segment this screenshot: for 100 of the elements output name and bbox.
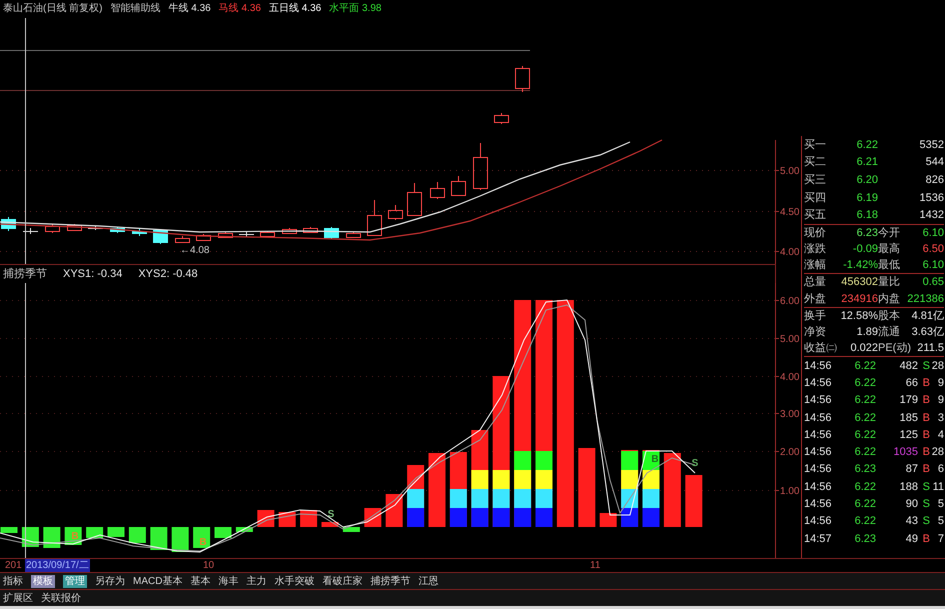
trade-price: 6.22	[854, 376, 876, 389]
quote-value: 234916	[841, 292, 878, 305]
trade-time: 14:56	[804, 376, 832, 389]
candlestick	[238, 230, 254, 238]
indicator-bar	[342, 527, 360, 532]
indicator-bar	[386, 494, 403, 527]
quote-value: 211.5	[917, 342, 944, 354]
indicator-tab[interactable]: 主力	[246, 574, 266, 588]
trade-count: 4	[938, 428, 944, 441]
trade-price: 6.22	[854, 412, 876, 424]
trade-volume: 185	[900, 412, 918, 424]
indicator-tab[interactable]: MACD基本	[133, 574, 182, 588]
indicator-tab[interactable]: 水手突破	[274, 574, 314, 588]
quote-value: -1.42%	[843, 258, 878, 271]
trade-volume: 1035	[894, 446, 918, 458]
candlestick	[515, 66, 530, 92]
quote-value: -0.09	[852, 242, 878, 255]
trade-side: S	[922, 498, 930, 510]
candlestick	[67, 224, 82, 232]
quote-value: 12.58%	[840, 310, 878, 322]
bid-volume: 544	[926, 156, 944, 168]
trade-side: B	[922, 532, 930, 545]
indicator-tab[interactable]: 另存为	[95, 574, 125, 588]
trade-price: 6.22	[854, 515, 876, 528]
bottom-tab[interactable]: 扩展区	[3, 592, 33, 604]
candlestick	[346, 232, 361, 238]
quote-label: 流通	[878, 326, 900, 338]
date-label: 201	[5, 559, 22, 572]
quote-value: 6.23	[856, 226, 878, 239]
indicator-tab[interactable]: 看破庄家	[322, 574, 362, 588]
candlestick	[494, 112, 509, 124]
legend-item: 五日线 4.36	[268, 2, 322, 16]
quote-label: 收益㈡	[804, 342, 837, 354]
order-label: 买五	[804, 209, 826, 222]
indicator-tab[interactable]: 江恩	[418, 574, 438, 588]
trade-volume: 188	[900, 480, 918, 493]
trade-time: 14:56	[804, 412, 832, 424]
axis-label: 3.00	[780, 409, 800, 420]
indicator-bar	[193, 527, 210, 548]
candlestick	[45, 224, 60, 234]
trade-count: 11	[932, 480, 944, 493]
trade-time: 14:56	[804, 394, 832, 406]
indicator-tab[interactable]: 基本	[190, 574, 210, 588]
candlestick	[218, 232, 233, 238]
indicator-bar	[685, 475, 702, 527]
trade-side: B	[922, 463, 930, 476]
axis-label: 4.00	[780, 247, 800, 258]
candlestick	[22, 228, 38, 234]
trade-volume: 125	[900, 428, 918, 441]
indicator-tab[interactable]: 海丰	[218, 574, 238, 588]
trade-count: 5	[938, 498, 944, 510]
trade-count: 28	[932, 360, 944, 372]
axis-label: 2.00	[780, 447, 800, 458]
order-label: 买三	[804, 174, 826, 186]
candlestick	[110, 226, 125, 234]
trade-count: 6	[938, 463, 944, 476]
quote-value: 0.65	[922, 276, 944, 288]
axis-label: 4.50	[780, 207, 800, 218]
trade-side: B	[922, 376, 930, 389]
quote-label: 量比	[878, 276, 900, 288]
bid-price: 6.22	[856, 138, 878, 151]
trade-count: 3	[938, 412, 944, 424]
quote-value: 6.50	[922, 242, 944, 255]
candlestick	[451, 176, 466, 196]
candlestick	[388, 204, 403, 220]
quote-label: 今开	[878, 226, 900, 239]
quote-label: 总量	[804, 276, 826, 288]
stacked-bar	[407, 465, 424, 527]
trade-volume: 90	[906, 498, 918, 510]
trade-count: 9	[938, 394, 944, 406]
trade-volume: 179	[900, 394, 918, 406]
quote-label: 净资	[804, 326, 826, 338]
indicator-tab[interactable]: 捕捞季节	[370, 574, 410, 588]
date-label: 11	[590, 559, 600, 572]
date-label: 10	[203, 559, 214, 572]
indicator-tab[interactable]: 指标	[3, 574, 23, 588]
candlestick	[1, 216, 16, 232]
legend-item: 水平面 3.98	[329, 2, 382, 16]
indicator-bar	[108, 527, 124, 537]
candlestick	[367, 200, 382, 236]
candlestick	[324, 226, 339, 240]
trade-side: S	[922, 360, 930, 372]
chart-title: 泰山石油(日线 前复权)	[3, 2, 102, 16]
quote-label: 换手	[804, 310, 826, 322]
trade-time: 14:56	[804, 480, 832, 493]
indicator-title: 捕捞季节	[3, 266, 47, 282]
trade-price: 6.23	[854, 463, 876, 476]
quote-value: 1.89	[856, 326, 878, 338]
bottom-tab[interactable]: 关联报价	[41, 592, 81, 604]
quote-label: 涨幅	[804, 258, 826, 271]
axis-label: 5.00	[780, 334, 800, 345]
trade-price: 6.22	[854, 480, 876, 493]
bid-volume: 5352	[920, 138, 944, 151]
bid-price: 6.21	[856, 156, 878, 168]
trade-side: B	[922, 428, 930, 441]
order-label: 买四	[804, 192, 826, 204]
indicator-bar	[322, 522, 338, 527]
bid-volume: 826	[926, 174, 944, 186]
candlestick	[303, 226, 318, 234]
quote-label: PE(动)	[878, 342, 911, 354]
